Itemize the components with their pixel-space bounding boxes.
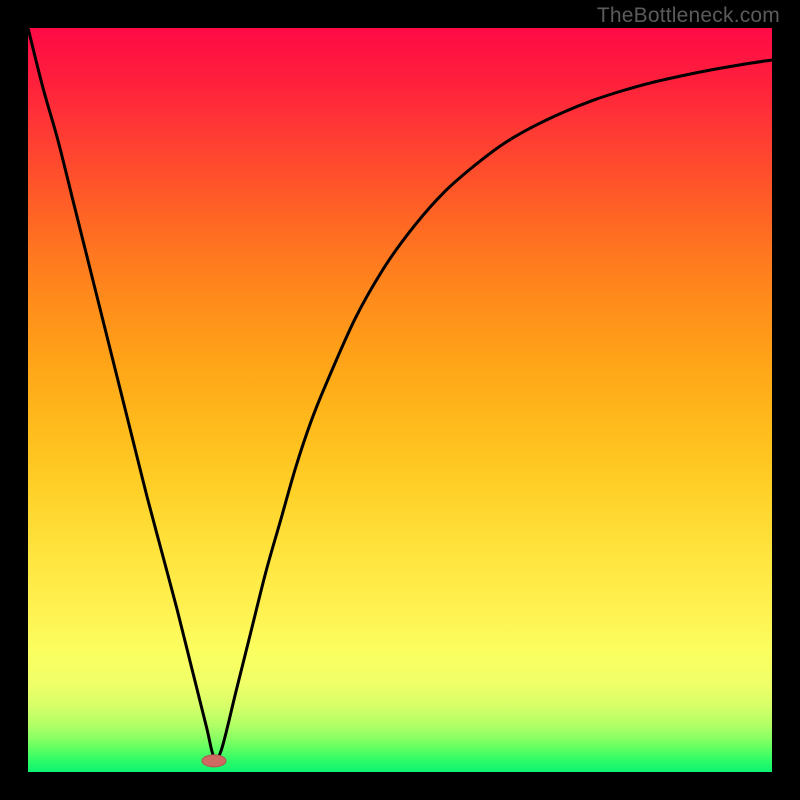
bottleneck-curve — [28, 28, 772, 759]
bottleneck-curve-svg — [28, 28, 772, 772]
curve-minimum-marker — [202, 755, 226, 767]
watermark-text: TheBottleneck.com — [597, 4, 780, 28]
chart-frame: TheBottleneck.com — [0, 0, 800, 800]
plot-area — [28, 28, 772, 772]
